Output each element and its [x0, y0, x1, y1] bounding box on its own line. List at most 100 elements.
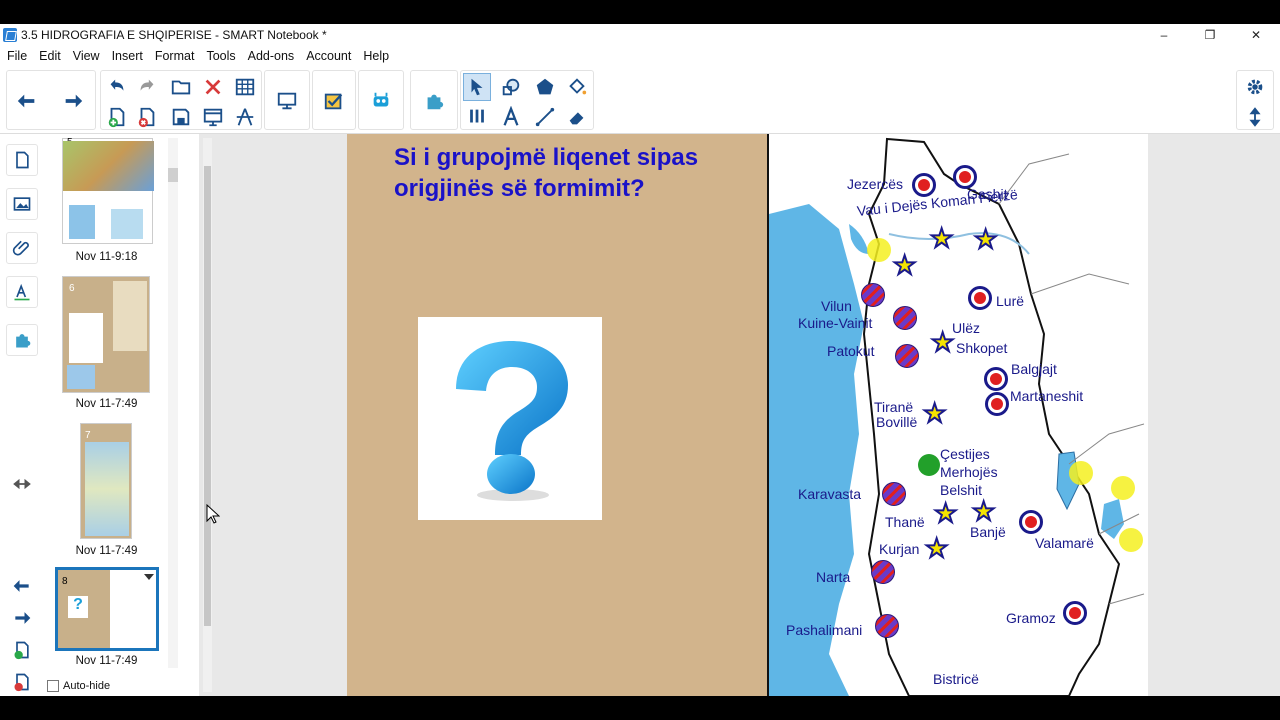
- toolbar: [0, 66, 1280, 134]
- gallery-tab[interactable]: [6, 188, 38, 220]
- menu-format[interactable]: Format: [149, 49, 201, 63]
- regular-polygon-tool-button[interactable]: [531, 73, 559, 101]
- page-left-panel: Si i grupojmë liqenet sipas origjinës së…: [347, 134, 767, 696]
- redo-button[interactable]: [133, 73, 161, 101]
- map-label-merhojes: Merhojës: [940, 464, 998, 480]
- glacial-lake-marker: [968, 286, 992, 310]
- slide-thumbnail[interactable]: 5: [62, 137, 154, 244]
- menu-view[interactable]: View: [67, 49, 106, 63]
- eraser-tool-button[interactable]: [563, 103, 591, 131]
- lagoon-marker: [871, 560, 895, 584]
- map-label-balgjajt: Balgjajt: [1011, 361, 1057, 377]
- text-a-icon: [503, 106, 519, 126]
- page-icon: [16, 151, 29, 169]
- autohide-checkbox[interactable]: [47, 680, 59, 692]
- lagoon-marker: [861, 283, 885, 307]
- measurement-tools-button[interactable]: [231, 103, 259, 131]
- properties-button[interactable]: [1241, 73, 1269, 101]
- question-mark-icon: [456, 341, 568, 501]
- sorter-add-page-button[interactable]: [6, 634, 38, 666]
- glacial-lake-marker: [1063, 601, 1087, 625]
- add-page-button[interactable]: [103, 103, 131, 131]
- properties-tab[interactable]: [6, 276, 38, 308]
- map-label-jezerce: Jezercës: [847, 176, 904, 192]
- slide-date: Nov 11-7:49: [75, 545, 138, 557]
- slide-thumbnail[interactable]: 7: [80, 423, 132, 539]
- text-tool-button[interactable]: [497, 103, 525, 131]
- menu-help[interactable]: Help: [357, 49, 395, 63]
- attachments-tab[interactable]: [6, 232, 38, 264]
- question-mark-image[interactable]: [418, 317, 602, 520]
- sorter-delete-page-button[interactable]: [6, 666, 38, 698]
- canvas-area: Si i grupojmë liqenet sipas origjinës së…: [199, 134, 1280, 696]
- menu-account[interactable]: Account: [300, 49, 357, 63]
- slide-date: Nov 11-9:18: [75, 251, 138, 263]
- menu-edit[interactable]: Edit: [33, 49, 67, 63]
- menu-tools[interactable]: Tools: [200, 49, 241, 63]
- pens-tool-button[interactable]: [463, 103, 491, 131]
- toolbar-position-button[interactable]: [1241, 103, 1269, 131]
- map-label-bistrice: Bistricë: [933, 671, 979, 687]
- sorter-next-button[interactable]: [6, 602, 38, 634]
- page-sorter: 5 Nov 11-9:18 6 Nov 11-7:49 7 Nov 11-7:4…: [44, 134, 199, 696]
- previous-page-button[interactable]: [13, 87, 41, 115]
- glacial-lake-marker: [984, 367, 1008, 391]
- table-icon: [235, 78, 255, 96]
- text-properties-icon: [14, 283, 30, 301]
- addons-button[interactable]: [420, 87, 448, 115]
- lakes-map[interactable]: ★ ★ ★ ★ ★ ★ ★ ★ Jezercës Gashit Vau i De…: [767, 134, 1148, 696]
- slide-number: 6: [69, 283, 75, 294]
- add-page-icon: [108, 107, 125, 128]
- menu-addons[interactable]: Add-ons: [242, 49, 301, 63]
- sorter-previous-button[interactable]: [6, 570, 38, 602]
- slide-thumbnail[interactable]: 6: [62, 276, 150, 393]
- screen-shade-button[interactable]: [199, 103, 227, 131]
- glacial-lake-marker: [912, 173, 936, 197]
- menu-insert[interactable]: Insert: [106, 49, 149, 63]
- delete-page-button[interactable]: [133, 103, 161, 131]
- map-label-cestijes: Çestijes: [940, 446, 990, 462]
- page-heading[interactable]: Si i grupojmë liqenet sipas origjinës së…: [394, 142, 764, 204]
- shapes-tool-button[interactable]: [497, 73, 525, 101]
- puzzle-icon: [16, 334, 31, 348]
- addons-group: [358, 70, 404, 130]
- sorter-scrollbar[interactable]: [168, 138, 178, 668]
- delete-button[interactable]: [199, 73, 227, 101]
- maximize-button[interactable]: ❐: [1187, 24, 1233, 46]
- fill-tool-button[interactable]: [563, 73, 591, 101]
- folder-icon: [171, 80, 191, 95]
- save-button[interactable]: [167, 103, 195, 131]
- display-group: [264, 70, 310, 130]
- albania-map-graphic: [769, 137, 1145, 696]
- artificial-lake-star-icon: ★: [892, 250, 917, 280]
- resize-sidebar-handle[interactable]: [6, 468, 38, 500]
- display-button[interactable]: [273, 87, 301, 115]
- addons-tab[interactable]: [6, 324, 38, 356]
- response-group: [312, 70, 356, 130]
- canvas-vertical-scrollbar[interactable]: [203, 138, 212, 692]
- autohide-option[interactable]: Auto-hide: [47, 680, 110, 692]
- response-button[interactable]: [320, 87, 348, 115]
- smart-notebook-icon: [3, 28, 17, 42]
- table-button[interactable]: [231, 73, 259, 101]
- page-sorter-tab[interactable]: [6, 144, 38, 176]
- map-label-tirane: Tiranë: [874, 399, 914, 415]
- lab-activities-button[interactable]: [367, 87, 395, 115]
- menu-file[interactable]: File: [0, 49, 33, 63]
- slide-number: 7: [85, 430, 91, 441]
- open-file-button[interactable]: [167, 73, 195, 101]
- slide-date: Nov 11-7:49: [75, 655, 138, 667]
- next-page-button[interactable]: [59, 87, 87, 115]
- close-button[interactable]: ✕: [1233, 24, 1279, 46]
- mouse-cursor-icon: [206, 504, 220, 524]
- slide-thumbnail-selected[interactable]: 8 ?: [55, 567, 159, 651]
- page-heading-line2: origjinës së formimit?: [394, 175, 645, 202]
- artificial-lake-star-icon: ★: [973, 224, 998, 254]
- undo-button[interactable]: [103, 73, 131, 101]
- minimize-button[interactable]: –: [1141, 24, 1187, 46]
- horizontal-arrows-icon: [13, 478, 31, 490]
- lines-tool-button[interactable]: [531, 103, 559, 131]
- select-tool-button[interactable]: [463, 73, 491, 101]
- lagoon-marker: [893, 306, 917, 330]
- bottom-letterbox: [0, 696, 1280, 720]
